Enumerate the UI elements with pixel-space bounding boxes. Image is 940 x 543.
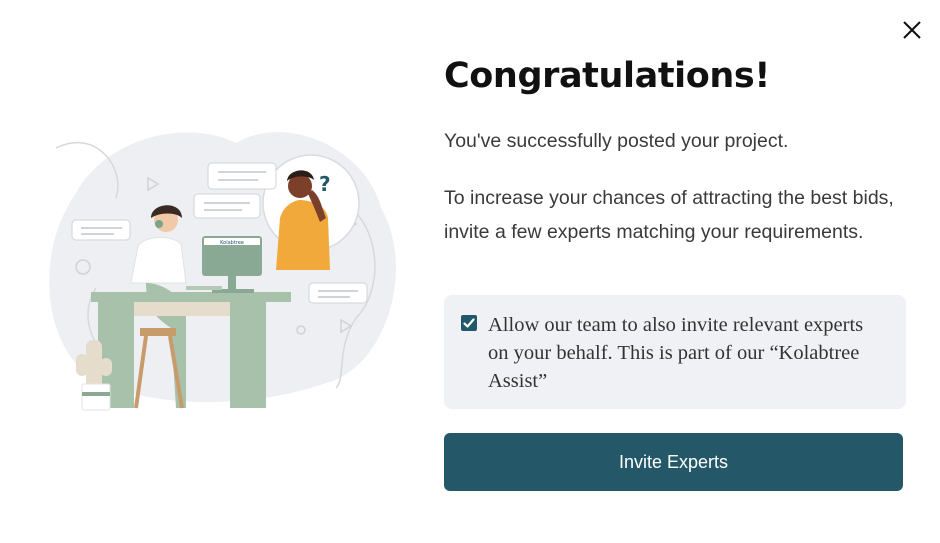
checkmark-icon	[463, 318, 475, 328]
close-button[interactable]	[900, 18, 924, 42]
close-icon	[903, 21, 921, 39]
invite-experts-button[interactable]: Invite Experts	[444, 433, 903, 491]
success-message: You've successfully posted your project.	[444, 130, 789, 152]
consent-label: Allow our team to also invite relevant e…	[488, 314, 864, 392]
consent-checkbox[interactable]	[461, 315, 477, 331]
consent-panel: Allow our team to also invite relevant e…	[444, 295, 906, 409]
people-collaborating-illustration: ? Kolabtree	[49, 132, 396, 411]
monitor-brand-text: Kolabtree	[220, 240, 244, 246]
invite-prompt-message: To increase your chances of attracting t…	[444, 187, 894, 243]
svg-text:?: ?	[319, 172, 331, 196]
page-title: Congratulations!	[444, 56, 770, 96]
